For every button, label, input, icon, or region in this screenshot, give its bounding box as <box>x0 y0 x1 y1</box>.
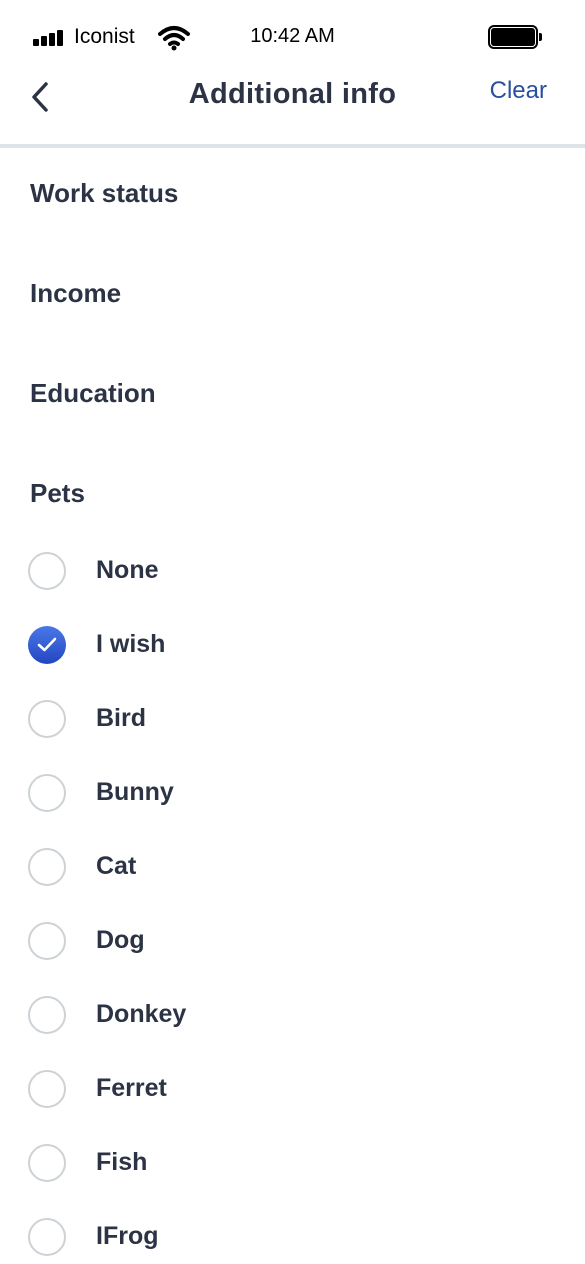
option-label: Dog <box>96 926 145 954</box>
pets-option-ferret[interactable]: Ferret <box>28 1067 548 1111</box>
pets-option-cat[interactable]: Cat <box>28 845 548 889</box>
radio-button[interactable] <box>28 1070 66 1108</box>
section-education[interactable]: Education <box>30 378 156 409</box>
option-label: Fish <box>96 1148 148 1176</box>
radio-button[interactable] <box>28 774 66 812</box>
battery-icon <box>488 25 542 49</box>
radio-button[interactable] <box>28 552 66 590</box>
option-label: Cat <box>96 852 137 880</box>
clear-button[interactable]: Clear <box>490 77 547 105</box>
option-label: Donkey <box>96 1000 187 1028</box>
status-bar: Iconist 10:42 AM <box>0 0 585 70</box>
pets-option-ifrog[interactable]: IFrog <box>28 1215 548 1259</box>
pets-option-dog[interactable]: Dog <box>28 919 548 963</box>
radio-button[interactable] <box>28 700 66 738</box>
radio-button[interactable] <box>28 922 66 960</box>
option-label: I wish <box>96 630 166 658</box>
pets-option-bird[interactable]: Bird <box>28 697 548 741</box>
option-label: Ferret <box>96 1074 167 1102</box>
pets-option-donkey[interactable]: Donkey <box>28 993 548 1037</box>
navigation-bar: Additional info Clear <box>0 64 585 144</box>
option-label: IFrog <box>96 1222 159 1250</box>
radio-button[interactable] <box>28 1144 66 1182</box>
pets-option-fish[interactable]: Fish <box>28 1141 548 1185</box>
header-divider <box>0 144 585 148</box>
option-label: Bunny <box>96 778 174 806</box>
radio-button[interactable] <box>28 1218 66 1256</box>
pets-option-i-wish[interactable]: I wish <box>28 623 548 667</box>
checkmark-icon <box>37 637 57 652</box>
section-pets: Pets <box>30 478 85 508</box>
option-label: None <box>96 556 159 584</box>
section-work-status[interactable]: Work status <box>30 178 178 209</box>
radio-button-checked[interactable] <box>28 626 66 664</box>
radio-button[interactable] <box>28 996 66 1034</box>
chevron-left-icon <box>32 82 48 112</box>
pets-option-none[interactable]: None <box>28 549 548 593</box>
back-button[interactable] <box>26 78 58 118</box>
option-label: Bird <box>96 704 146 732</box>
radio-button[interactable] <box>28 848 66 886</box>
pets-option-bunny[interactable]: Bunny <box>28 771 548 815</box>
section-income[interactable]: Income <box>30 278 121 309</box>
